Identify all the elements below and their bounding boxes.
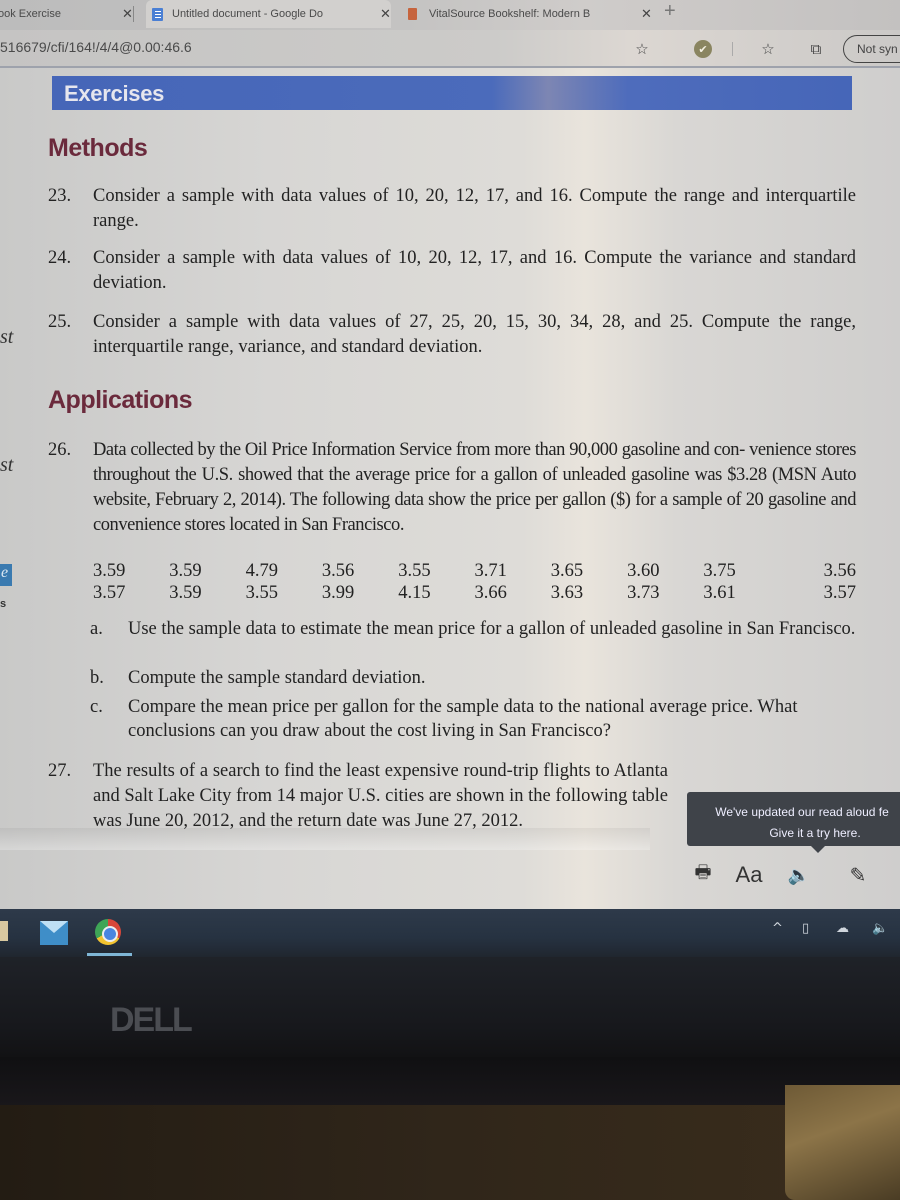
toolbar-divider (732, 42, 733, 56)
exercises-banner: Exercises (52, 76, 852, 110)
exercise-25: 25. Consider a sample with data values o… (48, 310, 856, 360)
exercise-24: 24. Consider a sample with data values o… (48, 246, 856, 296)
dell-logo: DELL (110, 1001, 193, 1039)
data-value: 3.59 (169, 561, 202, 581)
tab-ebook-exercise[interactable]: ook Exercise ✕ (0, 0, 133, 28)
exercise-23: 23. Consider a sample with data values o… (48, 184, 856, 234)
exercise-text: Consider a sample with data values of 27… (93, 312, 856, 357)
reader-toolbar: 🖶 Aa 🔈 ✎ (690, 860, 870, 890)
data-value: 3.59 (93, 561, 126, 581)
exercise-number: 23. (48, 186, 72, 206)
data-value: 3.56 (823, 561, 856, 581)
browser-tab-strip: ook Exercise ✕ Untitled document - Googl… (0, 0, 900, 30)
subpart-letter: a. (90, 619, 103, 639)
methods-heading: Methods (48, 134, 148, 162)
chrome-icon[interactable] (95, 919, 121, 945)
exercise-number: 26. (48, 440, 72, 460)
data-value: 3.63 (550, 583, 584, 603)
profile-sync-button[interactable]: Not syn (843, 35, 900, 63)
exercise-number: 25. (48, 312, 72, 332)
monitor-bottom-edge (0, 1057, 900, 1105)
close-icon[interactable]: ✕ (380, 6, 391, 22)
active-app-indicator (87, 953, 132, 956)
data-value: 3.55 (398, 561, 431, 581)
highlight-pen-icon[interactable]: ✎ (846, 863, 870, 887)
subpart-text: Compare the mean price per gallon for th… (128, 697, 798, 741)
monitor-stand (785, 1085, 900, 1200)
data-value: 3.75 (703, 561, 736, 581)
extension-check-icon[interactable]: ✔ (694, 40, 712, 58)
windows-taskbar: ^ ▯ ☁ 🔈 (0, 909, 900, 957)
banner-title: Exercises (64, 81, 165, 106)
data-value: 3.73 (627, 583, 660, 603)
data-value: 3.57 (823, 583, 856, 603)
mail-icon[interactable] (40, 921, 68, 945)
add-favorite-icon[interactable]: ☆ (632, 39, 652, 59)
tab-label: ook Exercise (0, 8, 61, 20)
favorites-icon[interactable]: ☆ (758, 39, 778, 59)
exercise-text: Consider a sample with data values of 10… (93, 248, 856, 293)
gas-price-data: 3.59 3.59 4.79 3.56 3.55 3.71 3.65 3.60 … (93, 560, 856, 604)
page-edge-shadow (0, 828, 650, 850)
tab-divider (133, 6, 134, 22)
data-value: 3.65 (550, 561, 584, 581)
data-value: 3.71 (474, 561, 507, 581)
data-value: 3.56 (321, 561, 355, 581)
address-bar: 516679/cfi/164!/4/4@0.00:46.6 ☆ ✔ ☆ ⧉ No… (0, 30, 900, 68)
monitor-bezel: DELL (0, 957, 900, 1057)
store-icon[interactable] (0, 921, 8, 941)
data-value: 3.61 (703, 583, 736, 603)
sidebar-fragment[interactable]: st (0, 326, 13, 349)
volume-icon[interactable]: 🔈 (872, 921, 888, 936)
data-value: 4.79 (245, 561, 278, 581)
read-aloud-tooltip[interactable]: We've updated our read aloud fe Give it … (687, 792, 900, 853)
exercise-text: Consider a sample with data values of 10… (93, 186, 856, 231)
exercise-text: The results of a search to find the leas… (93, 761, 668, 831)
data-value: 3.55 (245, 583, 278, 603)
close-icon[interactable]: ✕ (122, 6, 133, 22)
tooltip-line: We've updated our read aloud fe (715, 805, 889, 819)
data-value: 3.60 (627, 561, 660, 581)
url-field[interactable]: 516679/cfi/164!/4/4@0.00:46.6 (0, 39, 192, 55)
sidebar-fragment[interactable]: s (0, 598, 6, 610)
subpart-a: a. Use the sample data to estimate the m… (90, 617, 856, 641)
tab-label: VitalSource Bookshelf: Modern B (429, 8, 591, 20)
tab-label: Untitled document - Google Do (172, 8, 324, 20)
data-value: 4.15 (398, 583, 431, 603)
sidebar-fragment[interactable]: st (0, 454, 13, 477)
text-size-button[interactable]: Aa (732, 862, 766, 888)
close-icon[interactable]: ✕ (641, 6, 652, 22)
data-value: 3.99 (321, 583, 355, 603)
tray-chevron-icon[interactable]: ^ (772, 921, 783, 936)
sidebar-fragment-badge[interactable]: e (0, 564, 12, 586)
subpart-text: Use the sample data to estimate the mean… (128, 619, 856, 639)
data-value: 3.66 (474, 583, 507, 603)
tooltip-line: Give it a try here. (769, 826, 861, 840)
exercise-text: Data collected by the Oil Price Informat… (93, 440, 856, 535)
subpart-c: c. Compare the mean price per gallon for… (90, 695, 856, 743)
google-docs-icon (152, 7, 163, 21)
exercise-number: 24. (48, 248, 72, 268)
desk-surface (0, 1105, 900, 1200)
subpart-letter: b. (90, 668, 104, 688)
exercise-number: 27. (48, 761, 72, 781)
applications-heading: Applications (48, 386, 193, 414)
new-tab-button[interactable]: + (664, 0, 676, 22)
reader-page: st st e s Exercises Methods 23. Consider… (0, 68, 900, 917)
tab-vitalsource[interactable]: VitalSource Bookshelf: Modern B ✕ (402, 0, 652, 28)
print-icon[interactable]: 🖶 (690, 860, 716, 890)
exercise-27: 27. The results of a search to find the … (48, 759, 668, 834)
read-aloud-icon[interactable]: 🔈 (786, 865, 812, 886)
meet-now-icon[interactable]: ▯ (802, 921, 809, 936)
exercise-26: 26. Data collected by the Oil Price Info… (48, 438, 856, 538)
data-value: 3.57 (93, 583, 126, 603)
subpart-text: Compute the sample standard deviation. (128, 668, 426, 688)
data-value: 3.59 (169, 583, 202, 603)
subpart-letter: c. (90, 697, 103, 717)
onedrive-cloud-icon[interactable]: ☁ (836, 921, 849, 936)
tab-google-doc[interactable]: Untitled document - Google Do ✕ (146, 0, 391, 28)
vitalsource-icon (408, 8, 417, 20)
subpart-b: b. Compute the sample standard deviation… (90, 666, 856, 690)
collections-icon[interactable]: ⧉ (806, 39, 826, 59)
